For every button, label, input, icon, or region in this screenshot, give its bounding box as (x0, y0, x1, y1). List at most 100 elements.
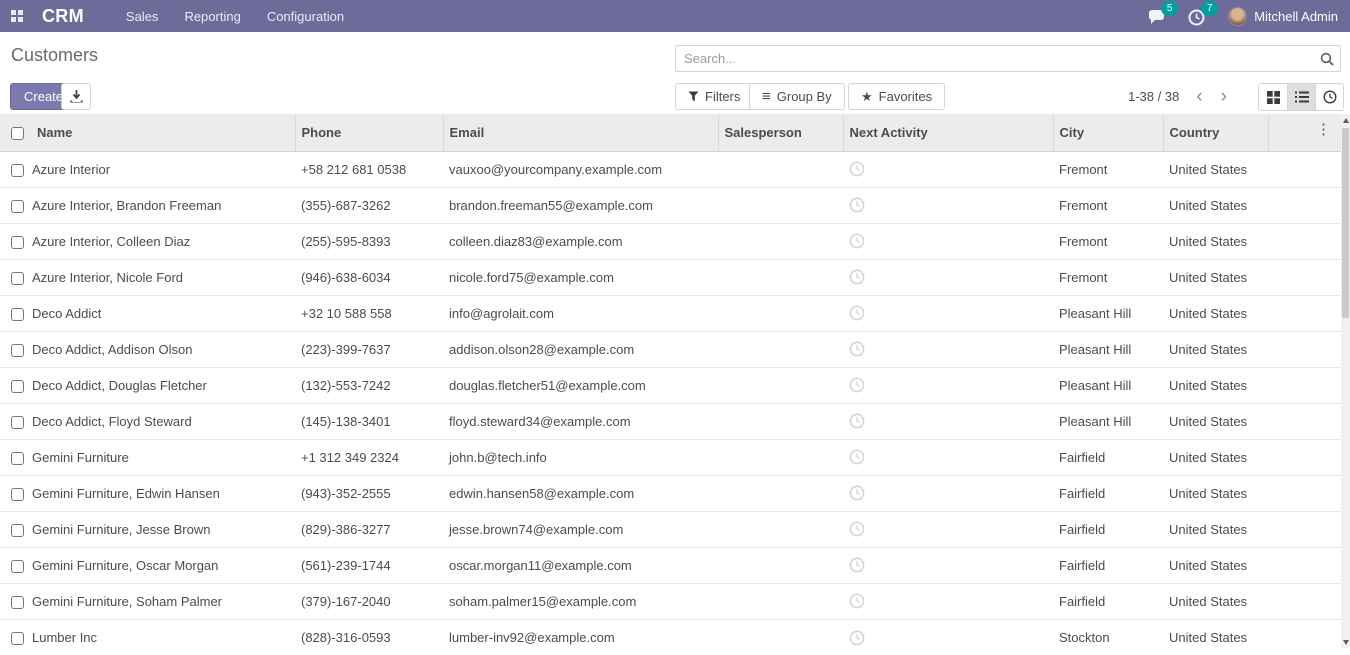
cell-next-activity (843, 547, 1053, 583)
table-row[interactable]: Deco Addict, Floyd Steward (145)-138-340… (0, 403, 1341, 439)
cell-salesperson (718, 187, 843, 223)
user-menu[interactable]: Mitchell Admin (1228, 7, 1338, 26)
pager-previous-button[interactable]: ‹ (1187, 84, 1211, 109)
table-row[interactable]: Gemini Furniture, Jesse Brown (829)-386-… (0, 511, 1341, 547)
table-row[interactable]: Gemini Furniture, Oscar Morgan (561)-239… (0, 547, 1341, 583)
funnel-icon (688, 91, 699, 102)
row-checkbox[interactable] (11, 380, 24, 393)
row-checkbox[interactable] (11, 452, 24, 465)
next-activity-clock-icon[interactable] (849, 197, 865, 213)
row-checkbox[interactable] (11, 488, 24, 501)
next-activity-clock-icon[interactable] (849, 593, 865, 609)
column-options-button[interactable]: ⋮ (1316, 120, 1331, 138)
scroll-up-arrow[interactable] (1341, 114, 1350, 126)
cell-salesperson (718, 619, 843, 655)
column-header-name[interactable]: Name (31, 114, 295, 151)
next-activity-clock-icon[interactable] (849, 377, 865, 393)
next-activity-clock-icon[interactable] (849, 161, 865, 177)
cell-email: john.b@tech.info (443, 439, 718, 475)
cell-phone: (379)-167-2040 (295, 583, 443, 619)
control-panel: Customers Create Filters ≡ Group By ★ Fa… (0, 32, 1350, 114)
cell-salesperson (718, 331, 843, 367)
row-checkbox[interactable] (11, 344, 24, 357)
cell-phone: (561)-239-1744 (295, 547, 443, 583)
messages-button[interactable]: 5 (1148, 5, 1170, 27)
pager-next-button[interactable]: › (1212, 84, 1236, 109)
column-header-email[interactable]: Email (443, 114, 718, 151)
next-activity-clock-icon[interactable] (849, 521, 865, 537)
cell-name: Azure Interior (31, 151, 295, 187)
cell-phone: (946)-638-6034 (295, 259, 443, 295)
cell-filler (1268, 619, 1341, 655)
row-checkbox[interactable] (11, 560, 24, 573)
activity-view-button[interactable] (1315, 84, 1343, 110)
column-header-phone[interactable]: Phone (295, 114, 443, 151)
app-brand[interactable]: CRM (42, 6, 84, 27)
cell-phone: (223)-399-7637 (295, 331, 443, 367)
next-activity-clock-icon[interactable] (849, 233, 865, 249)
cell-country: United States (1163, 259, 1268, 295)
search-icon[interactable] (1314, 52, 1340, 66)
row-checkbox[interactable] (11, 308, 24, 321)
filters-button[interactable]: Filters (675, 83, 753, 110)
row-checkbox[interactable] (11, 164, 24, 177)
vertical-scrollbar[interactable] (1341, 114, 1350, 648)
row-checkbox[interactable] (11, 416, 24, 429)
cell-country: United States (1163, 151, 1268, 187)
next-activity-clock-icon[interactable] (849, 341, 865, 357)
table-row[interactable]: Deco Addict, Addison Olson (223)-399-763… (0, 331, 1341, 367)
search-input[interactable] (676, 51, 1314, 66)
row-select-cell (0, 547, 31, 583)
next-activity-clock-icon[interactable] (849, 557, 865, 573)
column-header-salesperson[interactable]: Salesperson (718, 114, 843, 151)
next-activity-clock-icon[interactable] (849, 413, 865, 429)
column-header-country[interactable]: Country (1163, 114, 1268, 151)
next-activity-clock-icon[interactable] (849, 630, 865, 646)
table-row[interactable]: Gemini Furniture, Soham Palmer (379)-167… (0, 583, 1341, 619)
row-checkbox[interactable] (11, 596, 24, 609)
table-row[interactable]: Gemini Furniture +1 312 349 2324 john.b@… (0, 439, 1341, 475)
kanban-view-button[interactable] (1259, 84, 1287, 110)
next-activity-clock-icon[interactable] (849, 269, 865, 285)
table-header-row: Name Phone Email Salesperson Next Activi… (0, 114, 1341, 151)
row-checkbox[interactable] (11, 236, 24, 249)
activities-badge: 7 (1201, 1, 1218, 16)
table-row[interactable]: Azure Interior, Colleen Diaz (255)-595-8… (0, 223, 1341, 259)
cell-name: Azure Interior, Brandon Freeman (31, 187, 295, 223)
cell-email: colleen.diaz83@example.com (443, 223, 718, 259)
select-all-checkbox[interactable] (11, 127, 24, 140)
apps-menu-button[interactable] (0, 0, 34, 32)
next-activity-clock-icon[interactable] (849, 485, 865, 501)
cell-email: douglas.fletcher51@example.com (443, 367, 718, 403)
table-row[interactable]: Lumber Inc (828)-316-0593 lumber-inv92@e… (0, 619, 1341, 655)
list-view-button[interactable] (1287, 84, 1315, 110)
menu-reporting[interactable]: Reporting (184, 9, 240, 24)
cell-next-activity (843, 367, 1053, 403)
table-row[interactable]: Azure Interior, Nicole Ford (946)-638-60… (0, 259, 1341, 295)
row-checkbox[interactable] (11, 632, 24, 645)
row-checkbox[interactable] (11, 200, 24, 213)
row-checkbox[interactable] (11, 524, 24, 537)
column-header-next-activity[interactable]: Next Activity (843, 114, 1053, 151)
menu-sales[interactable]: Sales (126, 9, 159, 24)
table-row[interactable]: Gemini Furniture, Edwin Hansen (943)-352… (0, 475, 1341, 511)
activities-button[interactable]: 7 (1188, 5, 1210, 27)
table-row[interactable]: Deco Addict +32 10 588 558 info@agrolait… (0, 295, 1341, 331)
next-activity-clock-icon[interactable] (849, 449, 865, 465)
table-row[interactable]: Azure Interior, Brandon Freeman (355)-68… (0, 187, 1341, 223)
row-checkbox[interactable] (11, 272, 24, 285)
menu-configuration[interactable]: Configuration (267, 9, 344, 24)
scrollbar-thumb[interactable] (1342, 128, 1349, 318)
table-row[interactable]: Deco Addict, Douglas Fletcher (132)-553-… (0, 367, 1341, 403)
favorites-label: Favorites (879, 89, 932, 104)
cell-next-activity (843, 475, 1053, 511)
scroll-down-arrow[interactable] (1341, 636, 1350, 648)
export-button[interactable] (61, 83, 91, 110)
favorites-button[interactable]: ★ Favorites (848, 83, 945, 110)
cell-email: floyd.steward34@example.com (443, 403, 718, 439)
cell-next-activity (843, 331, 1053, 367)
table-row[interactable]: Azure Interior +58 212 681 0538 vauxoo@y… (0, 151, 1341, 187)
column-header-city[interactable]: City (1053, 114, 1163, 151)
next-activity-clock-icon[interactable] (849, 305, 865, 321)
group-by-button[interactable]: ≡ Group By (749, 83, 845, 110)
